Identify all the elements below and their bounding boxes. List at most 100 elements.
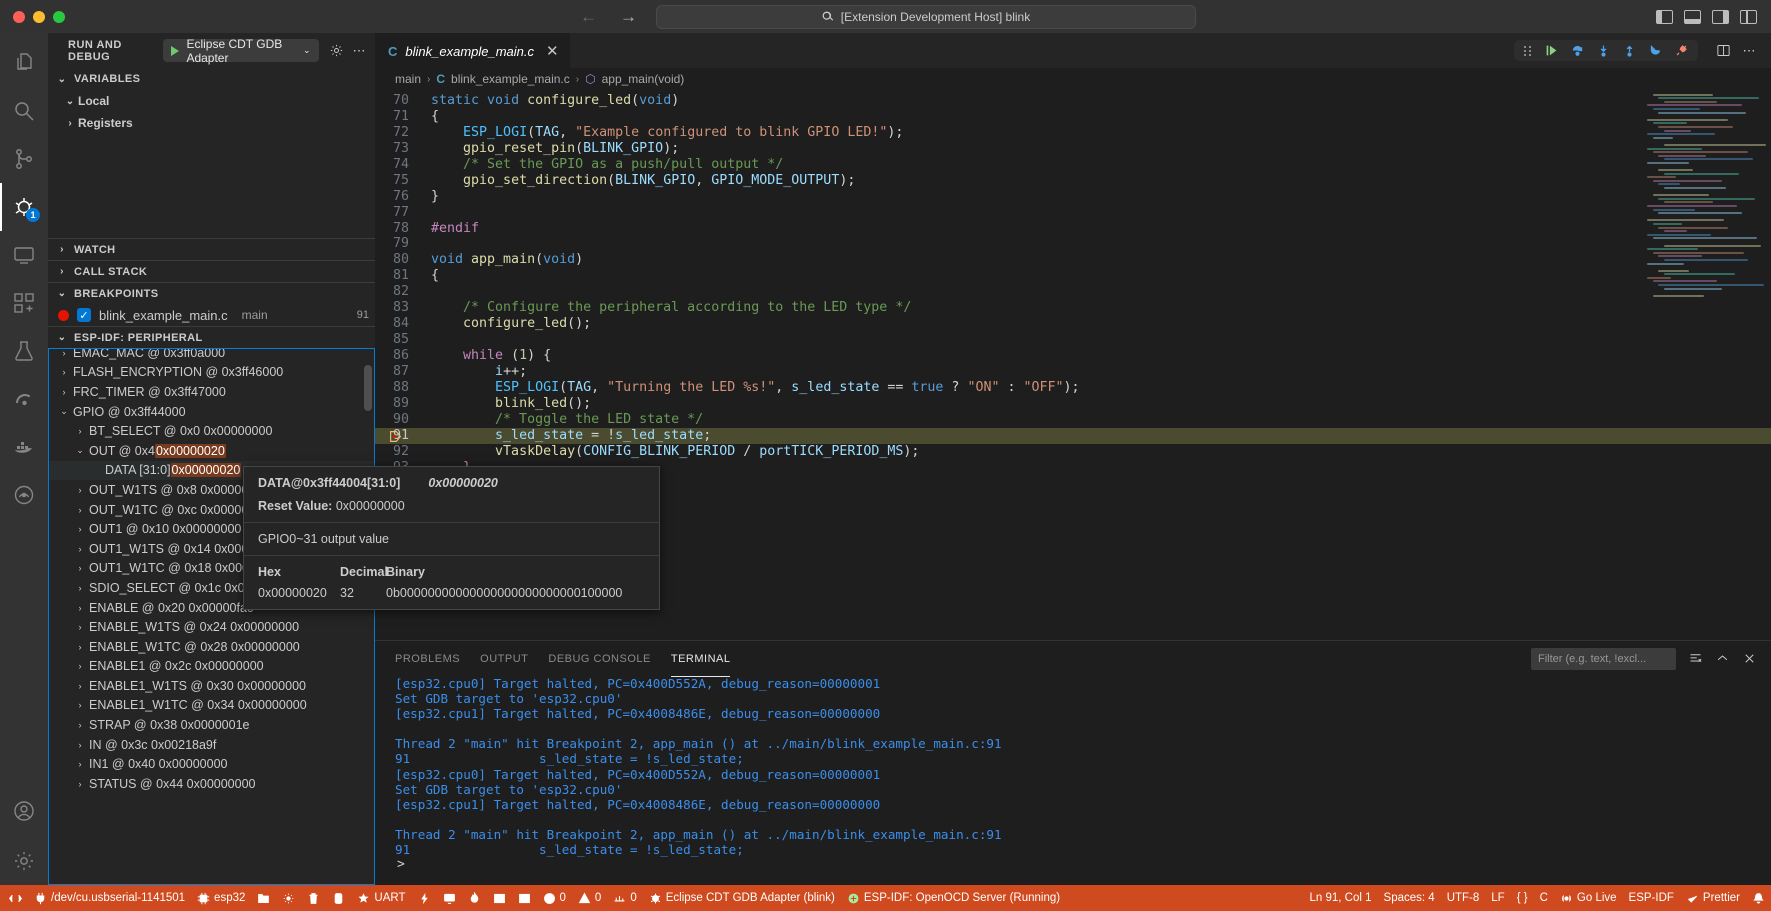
code-line[interactable]: 92 vTaskDelay(CONFIG_BLINK_PERIOD / port… [375, 444, 1771, 460]
peripheral-row[interactable]: ›STATUS @ 0x44 0x00000000 [49, 774, 374, 794]
tab-terminal[interactable]: TERMINAL [671, 647, 731, 671]
status-eol[interactable]: LF [1485, 892, 1510, 904]
grip-icon[interactable] [1524, 45, 1532, 57]
status-monitor-device[interactable] [437, 885, 462, 911]
peripheral-row[interactable]: ›ENABLE1_W1TS @ 0x30 0x00000000 [49, 676, 374, 696]
chevron-right-icon[interactable]: › [55, 387, 73, 397]
peripheral-row[interactable]: ⌄OUT @ 0x4 0x00000020 [49, 441, 374, 461]
tab-output[interactable]: OUTPUT [480, 647, 528, 671]
status-esp-idf-menu[interactable]: ESP-IDF [1623, 892, 1680, 904]
chevron-right-icon[interactable]: › [71, 524, 89, 534]
peripheral-row[interactable]: ›ENABLE1_W1TC @ 0x34 0x00000000 [49, 696, 374, 716]
chevron-right-icon[interactable]: › [71, 642, 89, 652]
variables-scope-local[interactable]: ⌄ Local [48, 90, 375, 112]
sidebar-item-espressif-idf[interactable] [0, 375, 48, 423]
status-serial-port[interactable]: /dev/cu.usbserial-1141501 [28, 885, 191, 911]
code-line[interactable]: 73 gpio_reset_pin(BLINK_GPIO); [375, 141, 1771, 157]
split-editor-icon[interactable] [1716, 43, 1731, 58]
toggle-panel-icon[interactable] [1684, 10, 1701, 24]
status-language-mode[interactable]: C [1534, 892, 1554, 904]
sidebar-item-explorer[interactable] [0, 39, 48, 87]
code-line[interactable]: 91 s_led_state = !s_led_state; [375, 428, 1771, 444]
code-line[interactable]: 84 configure_led(); [375, 316, 1771, 332]
toggle-secondary-sidebar-icon[interactable] [1712, 10, 1729, 24]
status-flash-device[interactable] [412, 885, 437, 911]
status-prettier[interactable]: Prettier [1680, 892, 1746, 905]
status-build-flash-monitor[interactable] [462, 885, 487, 911]
debug-configuration-dropdown[interactable]: Eclipse CDT GDB Adapter ⌄ [163, 39, 318, 62]
terminal-output[interactable]: [esp32.cpu0] Target halted, PC=0x400D552… [375, 676, 1771, 885]
peripheral-row[interactable]: ›FRC_TIMER @ 0x3ff47000 [49, 382, 374, 402]
chevron-right-icon[interactable]: › [71, 583, 89, 593]
code-line[interactable]: 85 [375, 332, 1771, 348]
chevron-right-icon[interactable]: › [71, 485, 89, 495]
chevron-right-icon[interactable]: › [71, 426, 89, 436]
chevron-right-icon[interactable]: › [55, 349, 73, 358]
ellipsis-icon[interactable]: ⋯ [353, 43, 368, 59]
code-line[interactable]: 75 gpio_set_direction(BLINK_GPIO, GPIO_M… [375, 173, 1771, 189]
status-build[interactable] [326, 885, 351, 911]
peripheral-section-header[interactable]: ⌄ ESP-IDF: PERIPHERAL [48, 326, 375, 348]
breadcrumb-item-symbol[interactable]: app_main(void) [602, 72, 685, 86]
chevron-right-icon[interactable]: › [71, 700, 89, 710]
watch-section-header[interactable]: › WATCH [48, 238, 375, 260]
code-line[interactable]: 88 ESP_LOGI(TAG, "Turning the LED %s!", … [375, 380, 1771, 396]
sidebar-item-run-and-debug[interactable]: 1 [0, 183, 48, 231]
minimize-window-button[interactable] [33, 11, 45, 23]
peripheral-row[interactable]: ›IN1 @ 0x40 0x00000000 [49, 754, 374, 774]
ellipsis-icon[interactable]: ⋯ [1743, 43, 1758, 59]
debug-step-out-icon[interactable] [1623, 44, 1636, 57]
tab-blink-example-main-c[interactable]: C blink_example_main.c ✕ [375, 33, 571, 68]
status-debug-session[interactable]: Eclipse CDT GDB Adapter (blink) [643, 885, 841, 911]
variables-section-header[interactable]: ⌄ VARIABLES [48, 68, 375, 90]
breakpoints-section-header[interactable]: ⌄ BREAKPOINTS [48, 282, 375, 304]
status-errors[interactable]: 0 [537, 885, 572, 911]
sidebar-item-extensions[interactable] [0, 279, 48, 327]
code-line[interactable]: 76} [375, 189, 1771, 205]
chevron-right-icon[interactable]: › [71, 759, 89, 769]
code-line[interactable]: 72 ESP_LOGI(TAG, "Example configured to … [375, 125, 1771, 141]
chevron-right-icon[interactable]: › [71, 720, 89, 730]
code-line[interactable]: 71{ [375, 109, 1771, 125]
chevron-right-icon[interactable]: › [71, 544, 89, 554]
sidebar-item-rainmaker[interactable] [0, 471, 48, 519]
debug-step-over-icon[interactable] [1571, 44, 1584, 57]
tab-debug-console[interactable]: DEBUG CONSOLE [548, 647, 650, 671]
code-line[interactable]: 80void app_main(void) [375, 252, 1771, 268]
code-line[interactable]: 79 [375, 236, 1771, 252]
close-window-button[interactable] [13, 11, 25, 23]
status-flash-method[interactable]: UART [351, 885, 411, 911]
gear-icon[interactable] [329, 43, 344, 58]
clear-all-icon[interactable] [1688, 651, 1703, 666]
peripheral-row[interactable]: ›ENABLE_W1TC @ 0x28 0x00000000 [49, 637, 374, 657]
code-line[interactable]: 90 /* Toggle the LED state */ [375, 412, 1771, 428]
chevron-right-icon[interactable]: › [71, 740, 89, 750]
peripheral-scrollbar[interactable] [364, 365, 372, 411]
peripheral-row[interactable]: ›BT_SELECT @ 0x0 0x00000000 [49, 421, 374, 441]
debug-continue-icon[interactable] [1545, 44, 1558, 57]
peripheral-row[interactable]: ›ENABLE_W1TS @ 0x24 0x00000000 [49, 617, 374, 637]
chevron-right-icon[interactable]: › [71, 681, 89, 691]
code-line[interactable]: 81{ [375, 268, 1771, 284]
breakpoint-arrow-icon[interactable] [389, 430, 402, 443]
sidebar-item-remote-explorer[interactable] [0, 231, 48, 279]
peripheral-row[interactable]: ›EMAC_MAC @ 0x3ff0a000 [49, 349, 374, 363]
minimap[interactable] [1647, 90, 1757, 350]
go-back-button[interactable]: ← [576, 6, 602, 28]
status-menuconfig[interactable] [276, 885, 301, 911]
status-go-live[interactable]: Go Live [1554, 892, 1623, 905]
filter-input[interactable]: Filter (e.g. text, !excl... [1531, 648, 1676, 670]
breadcrumb-item-file[interactable]: blink_example_main.c [451, 72, 570, 86]
chevron-down-icon[interactable]: ⌄ [55, 406, 73, 417]
chevron-right-icon[interactable]: › [71, 779, 89, 789]
call-stack-section-header[interactable]: › CALL STACK [48, 260, 375, 282]
status-indentation[interactable]: Spaces: 4 [1378, 892, 1441, 904]
status-qemu[interactable] [512, 885, 537, 911]
sidebar-item-source-control[interactable] [0, 135, 48, 183]
code-line[interactable]: 89 blink_led(); [375, 396, 1771, 412]
chevron-right-icon[interactable]: › [71, 563, 89, 573]
code-line[interactable]: 78#endif [375, 221, 1771, 237]
chevron-right-icon[interactable]: › [71, 661, 89, 671]
play-icon[interactable] [171, 46, 179, 56]
manage-settings-button[interactable] [0, 837, 48, 885]
